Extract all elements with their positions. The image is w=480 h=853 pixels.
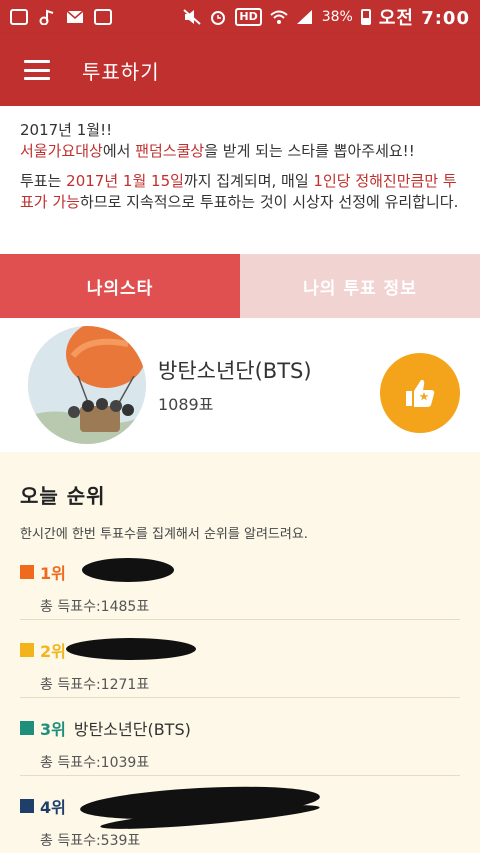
rank-total-votes: 총 득표수:539표	[40, 833, 141, 849]
tab-my-star[interactable]: 나의스타	[0, 254, 240, 318]
ranking-description: 한시간에 한번 투표수를 집계해서 순위를 알려드려요.	[20, 527, 308, 542]
thumbs-up-star-icon	[406, 379, 435, 407]
music-note-icon	[38, 9, 56, 26]
gallery-icon	[94, 9, 112, 25]
rank-color-marker	[20, 565, 34, 579]
star-name: 방탄소년단(BTS)	[158, 359, 312, 383]
clock: 오전 7:00	[378, 8, 470, 29]
rank-color-marker	[20, 799, 34, 813]
rank-star-name: 방탄소년단(BTS)	[73, 720, 191, 739]
status-bar: HD 38% 오전 7:00	[0, 0, 480, 34]
today-ranking: 오늘 순위 한시간에 한번 투표수를 집계해서 순위를 알려드려요. 1위 총 …	[0, 452, 480, 853]
hd-voice-icon: HD	[235, 8, 262, 26]
rank-number: 3위	[40, 720, 66, 739]
my-star-info: 방탄소년단(BTS) 1089표	[158, 355, 312, 415]
tab-bar: 나의스타 나의 투표 정보	[0, 254, 480, 318]
wifi-icon	[270, 9, 288, 25]
notice-text: 하므로 지속적으로 투표하는 것이 시상자 선정에 유리합니다.	[79, 193, 459, 211]
signal-icon	[296, 9, 314, 25]
notice-award-category: 팬덤스쿨상	[135, 142, 205, 160]
alarm-icon	[209, 9, 227, 25]
rank-total-votes: 총 득표수:1271표	[40, 677, 150, 693]
rank-number: 4위	[40, 798, 66, 817]
my-star-card: 방탄소년단(BTS) 1089표	[0, 318, 480, 452]
rank-color-marker	[20, 643, 34, 657]
ranking-title: 오늘 순위	[20, 484, 106, 508]
ranking-item[interactable]: 4위 총 득표수:539표	[20, 776, 460, 853]
notice-paragraph-2: 투표는 2017년 1월 15일까지 집계되며, 매일 1인당 정해진만큼만 투…	[20, 171, 460, 213]
ranking-item[interactable]: 3위 방탄소년단(BTS) 총 득표수:1039표	[20, 698, 460, 776]
notice-text: 까지 집계되며, 매일	[183, 172, 314, 190]
page-title: 투표하기	[82, 59, 160, 84]
notice-paragraph-1: 2017년 1월!! 서울가요대상에서 팬덤스쿨상을 받게 되는 스타를 뽑아주…	[20, 120, 460, 162]
avatar	[28, 326, 146, 444]
notice-text: 을 받게 되는 스타를 뽑아주세요!!	[204, 142, 415, 160]
menu-icon[interactable]	[24, 60, 50, 80]
app-bar: 투표하기	[0, 34, 480, 106]
battery-icon	[360, 9, 371, 25]
rank-total-votes: 총 득표수:1485표	[40, 599, 150, 615]
redaction-scribble	[66, 638, 196, 660]
rank-color-marker	[20, 721, 34, 735]
mail-icon	[66, 9, 84, 25]
rank-total-votes: 총 득표수:1039표	[40, 755, 150, 771]
rank-number: 2위	[40, 642, 66, 661]
vote-button[interactable]	[380, 353, 460, 433]
notice-text: 에서	[102, 142, 136, 160]
notice-panel: 2017년 1월!! 서울가요대상에서 팬덤스쿨상을 받게 되는 스타를 뽑아주…	[0, 106, 480, 254]
notice-text: 투표는	[20, 172, 67, 190]
notice-deadline: 2017년 1월 15일	[66, 172, 184, 190]
ranking-item[interactable]: 2위 총 득표수:1271표	[20, 620, 460, 698]
battery-percent: 38%	[321, 9, 353, 25]
star-vote-count: 1089표	[158, 395, 214, 414]
redaction-scribble	[82, 558, 174, 582]
rank-number: 1위	[40, 564, 66, 583]
notice-date: 2017년 1월!!	[20, 121, 113, 139]
notice-award-name: 서울가요대상	[20, 142, 103, 160]
tab-my-vote-info[interactable]: 나의 투표 정보	[240, 254, 480, 318]
mute-icon	[183, 9, 202, 25]
message-icon	[10, 9, 28, 25]
ranking-item[interactable]: 1위 총 득표수:1485표	[20, 542, 460, 620]
